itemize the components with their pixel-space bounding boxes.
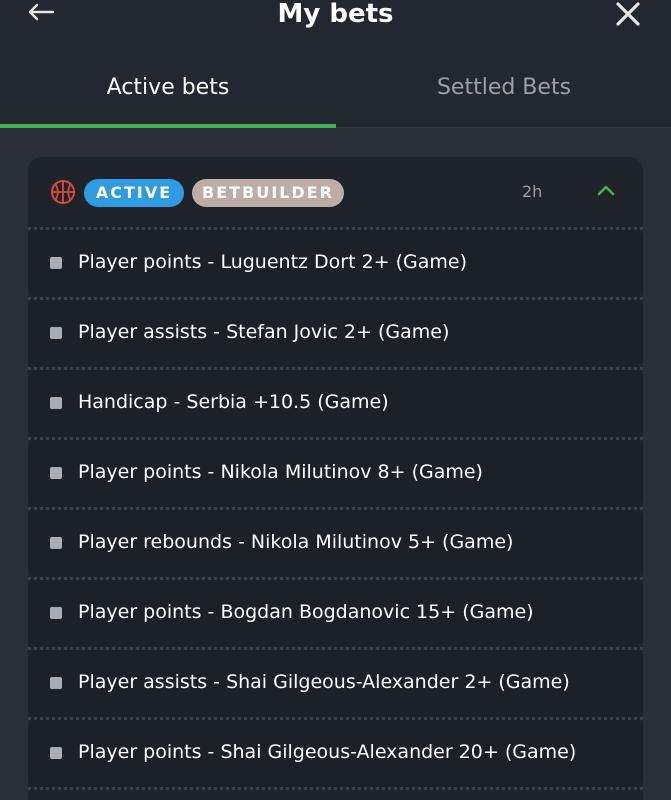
tab-bar: Active bets Settled Bets	[0, 64, 671, 128]
leg-status-icon	[50, 607, 62, 619]
page-title: My bets	[277, 0, 394, 29]
bet-leg-text: Player rebounds - Nikola Milutinov 5+ (G…	[78, 531, 514, 553]
leg-status-icon	[50, 467, 62, 479]
bet-leg: Player assists - Stefan Jovic 2+ (Game)	[28, 300, 643, 366]
bet-card: ACTIVE BETBUILDER 2h Player points - Lug…	[28, 157, 643, 800]
bet-leg-text: Player assists - Stefan Jovic 2+ (Game)	[78, 321, 450, 343]
bet-leg-text: Player points - Shai Gilgeous-Alexander …	[78, 741, 577, 763]
bet-leg: Player assists - Shai Gilgeous-Alexander…	[28, 650, 643, 716]
tab-selected-indicator	[0, 124, 336, 128]
bet-leg: Player rebounds - Nikola Milutinov 5+ (G…	[28, 510, 643, 576]
basketball-icon	[51, 180, 75, 204]
bet-leg-text: Player points - Bogdan Bogdanovic 15+ (G…	[78, 601, 534, 623]
bet-leg-text: Player assists - Shai Gilgeous-Alexander…	[78, 671, 570, 693]
tab-active-bets[interactable]: Active bets	[0, 64, 336, 128]
header: My bets Active bets Settled Bets	[0, 0, 671, 128]
leg-status-icon	[50, 537, 62, 549]
divider	[28, 787, 643, 790]
bet-type-badge: BETBUILDER	[192, 179, 344, 207]
my-bets-screen: My bets Active bets Settled Bets ACTIVE	[0, 0, 671, 800]
leg-status-icon	[50, 257, 62, 269]
bet-leg: Player points - Nikola Milutinov 8+ (Gam…	[28, 440, 643, 506]
leg-status-icon	[50, 747, 62, 759]
bet-leg-text: Player points - Nikola Milutinov 8+ (Gam…	[78, 461, 483, 483]
bet-leg: Player points - Bogdan Bogdanovic 15+ (G…	[28, 580, 643, 646]
bet-time: 2h	[522, 182, 543, 201]
bet-leg-text: Player points - Luguentz Dort 2+ (Game)	[78, 251, 468, 273]
close-button[interactable]	[615, 1, 641, 27]
status-badge: ACTIVE	[84, 179, 184, 207]
bet-leg: Player points - Luguentz Dort 2+ (Game)	[28, 230, 643, 296]
bet-card-header[interactable]: ACTIVE BETBUILDER 2h	[28, 157, 643, 227]
bet-leg: Handicap - Serbia +10.5 (Game)	[28, 370, 643, 436]
tab-settled-bets[interactable]: Settled Bets	[336, 64, 671, 128]
bet-leg-text: Handicap - Serbia +10.5 (Game)	[78, 391, 389, 413]
bet-leg: Player points - Shai Gilgeous-Alexander …	[28, 720, 643, 786]
leg-status-icon	[50, 327, 62, 339]
leg-status-icon	[50, 677, 62, 689]
close-icon	[616, 2, 640, 26]
chevron-up-icon[interactable]	[596, 183, 616, 197]
leg-status-icon	[50, 397, 62, 409]
